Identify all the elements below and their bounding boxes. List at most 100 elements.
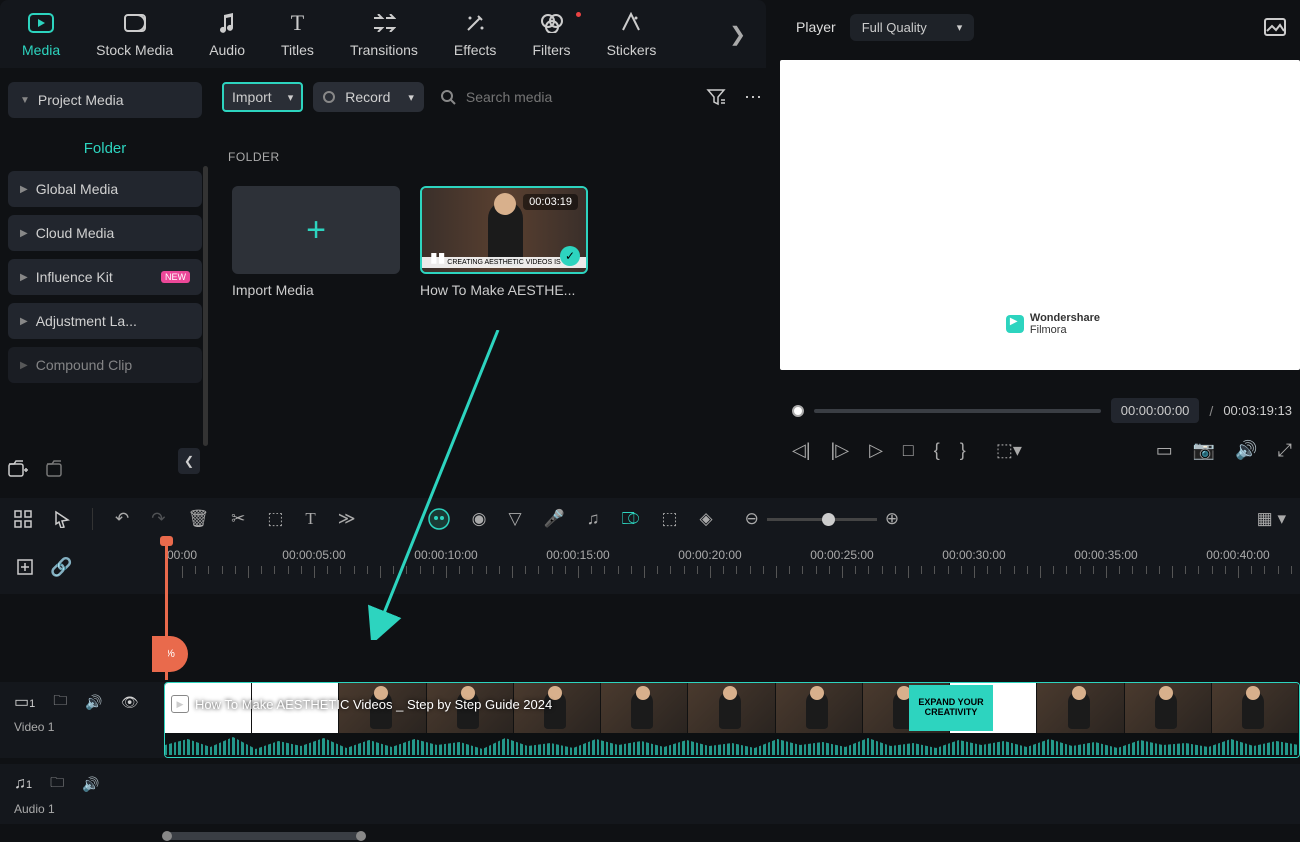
clip-play-icon: ▶: [171, 695, 189, 713]
text-icon[interactable]: T: [305, 509, 315, 529]
audio-track-head: ♫1 🗀 🔊 Audio 1: [0, 764, 164, 824]
seek-knob[interactable]: [792, 405, 804, 417]
mute-icon[interactable]: 🔊: [82, 776, 99, 793]
tab-audio[interactable]: Audio: [199, 6, 255, 62]
tab-stickers[interactable]: Stickers: [597, 6, 667, 62]
ai-badge[interactable]: %: [152, 636, 188, 672]
keyframe-icon[interactable]: ◈: [700, 509, 713, 529]
sidebar-scrollbar[interactable]: [203, 166, 208, 446]
sidebar-adjustment-layer[interactable]: ▶Adjustment La...: [8, 303, 202, 339]
mute-icon[interactable]: 🔊: [85, 694, 102, 711]
tab-effects[interactable]: Effects: [444, 6, 507, 62]
tab-transitions[interactable]: Transitions: [340, 6, 428, 62]
check-icon: ✓: [560, 246, 580, 266]
ai-assist-icon[interactable]: [428, 508, 450, 530]
camera-icon[interactable]: 📷: [1193, 440, 1215, 461]
display-icon[interactable]: ▭: [1156, 440, 1173, 461]
undo-icon[interactable]: ↶: [115, 509, 129, 529]
chevron-right-icon: ▶: [20, 184, 28, 195]
magnet-icon[interactable]: ⎄: [621, 509, 639, 529]
chevron-down-icon: ▾: [288, 91, 294, 104]
search-box: [440, 89, 606, 105]
new-folder-icon[interactable]: [8, 460, 28, 478]
media-icon: [28, 10, 54, 36]
zoom-out-icon[interactable]: ⊖: [745, 509, 759, 529]
zoom-in-icon[interactable]: ⊕: [885, 509, 899, 529]
stop-icon[interactable]: □: [903, 440, 914, 461]
tab-label: Stickers: [607, 42, 657, 58]
timeline-scrollbar[interactable]: [164, 832, 364, 840]
search-input[interactable]: [466, 89, 606, 105]
sidebar-compound-clip[interactable]: ▶Compound Clip: [8, 347, 202, 383]
stock-icon: [122, 10, 148, 36]
audio-track-body[interactable]: [164, 764, 1300, 824]
more-tools-icon[interactable]: ≫: [338, 509, 356, 529]
play-reverse-icon[interactable]: |▷: [831, 440, 850, 461]
folder-icon[interactable]: 🗀: [53, 690, 67, 714]
tabs-next-arrow[interactable]: ❯: [729, 22, 746, 47]
chevron-down-icon: ▾: [408, 91, 414, 104]
seek-track[interactable]: [814, 409, 1101, 413]
tab-label: Stock Media: [96, 42, 173, 58]
fullscreen-icon[interactable]: ⤢: [1278, 440, 1292, 461]
video-preview: WondershareFilmora: [780, 60, 1300, 370]
folder-icon[interactable]: 🗀: [50, 772, 64, 796]
timeline-ruler[interactable]: 00:00 00:00:05:00 00:00:10:00 00:00:15:0…: [164, 540, 1300, 594]
chevron-down-icon: ▼: [20, 95, 30, 106]
quality-dropdown[interactable]: Full Quality ▾: [850, 14, 975, 41]
tab-media[interactable]: Media: [12, 6, 70, 62]
add-track-icon[interactable]: [16, 558, 34, 576]
link-icon[interactable]: 🔗: [50, 557, 72, 578]
color-icon[interactable]: ◉: [472, 509, 487, 529]
tab-titles[interactable]: T Titles: [271, 6, 324, 62]
watermark: WondershareFilmora: [1006, 312, 1100, 336]
tab-stock-media[interactable]: Stock Media: [86, 6, 183, 62]
more-icon[interactable]: ⋯: [744, 87, 762, 108]
clip-overlay: EXPAND YOUR CREATIVITY: [909, 685, 993, 731]
mixer-icon[interactable]: ♫: [587, 509, 600, 529]
sidebar-cloud-media[interactable]: ▶Cloud Media: [8, 215, 202, 251]
view-mode-icon[interactable]: ▦ ▾: [1257, 509, 1286, 529]
sidebar-project-media[interactable]: ▼Project Media: [8, 82, 202, 118]
prev-frame-icon[interactable]: ◁|: [792, 440, 811, 461]
playhead[interactable]: [165, 540, 168, 680]
import-button[interactable]: Import ▾: [222, 82, 303, 112]
record-button[interactable]: Record ▾: [313, 82, 424, 112]
cut-icon[interactable]: ✂: [231, 509, 245, 529]
video-clip[interactable]: ▶ How To Make AESTHETIC Videos _ Step by…: [164, 682, 1300, 758]
effects-icon: [462, 10, 488, 36]
chevron-right-icon: ▶: [20, 316, 28, 327]
delete-icon[interactable]: 🗑: [188, 509, 210, 529]
render-icon[interactable]: ⬚: [661, 509, 677, 529]
visibility-icon[interactable]: 👁: [121, 694, 139, 711]
sidebar-influence-kit[interactable]: ▶Influence KitNEW: [8, 259, 202, 295]
current-time: 00:00:00:00: [1111, 398, 1200, 423]
sidebar-folder[interactable]: Folder: [8, 126, 202, 171]
total-duration: 00:03:19:13: [1223, 403, 1292, 418]
snapshot-icon[interactable]: [1264, 18, 1286, 36]
filter-icon[interactable]: [706, 88, 726, 106]
record-icon: [323, 91, 335, 103]
volume-icon[interactable]: 🔊: [1235, 440, 1257, 461]
import-media-card[interactable]: + Import Media: [232, 186, 400, 298]
redo-icon[interactable]: ↷: [151, 509, 165, 529]
pointer-icon[interactable]: [54, 510, 70, 528]
sidebar-global-media[interactable]: ▶Global Media: [8, 171, 202, 207]
ratio-icon[interactable]: ⬚▾: [996, 440, 1022, 461]
zoom-slider[interactable]: [767, 518, 877, 521]
delete-folder-icon[interactable]: [46, 460, 66, 478]
tab-label: Transitions: [350, 42, 418, 58]
play-icon[interactable]: ▷: [869, 440, 883, 461]
mic-icon[interactable]: 🎤: [544, 509, 565, 529]
grid-icon[interactable]: [14, 510, 32, 528]
crop-icon[interactable]: ⬚: [267, 509, 283, 529]
mark-out-icon[interactable]: }: [960, 440, 966, 461]
zoom-knob[interactable]: [822, 513, 835, 526]
marker-icon[interactable]: ▽: [508, 509, 521, 529]
audio-icon: [214, 10, 240, 36]
media-clip-card[interactable]: CREATING AESTHETIC VIDEOS IS 00:03:19 ▮▮…: [420, 186, 588, 298]
mark-in-icon[interactable]: {: [934, 440, 940, 461]
sidebar-collapse[interactable]: ❮: [178, 448, 200, 474]
plus-icon: +: [306, 211, 326, 250]
tab-filters[interactable]: Filters: [522, 6, 580, 62]
